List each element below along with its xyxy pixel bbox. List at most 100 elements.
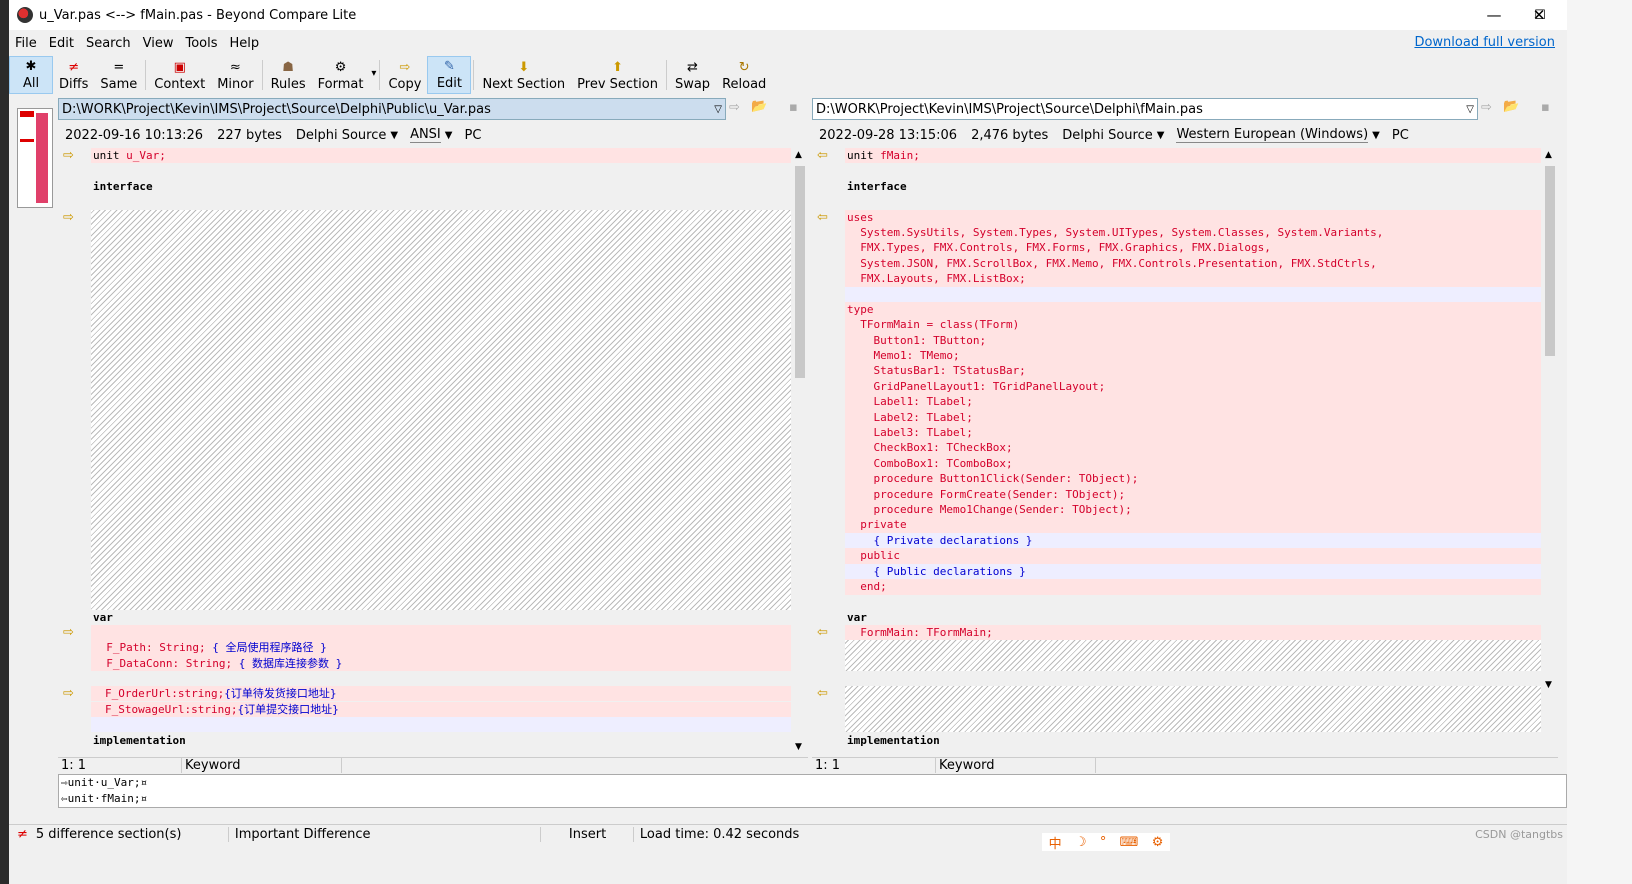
right-line-ending: PC [1391, 127, 1409, 143]
right-code-view[interactable]: unit fMain; interface uses System.SysUti… [845, 148, 1541, 756]
missing-lines-hatch [845, 686, 1541, 732]
ime-toolbar[interactable]: 中 ☽ ° ⌨ ⚙ [1042, 833, 1170, 852]
next-section-icon: ⬇ [518, 60, 530, 75]
status-bar: ≠ 5 difference section(s) Important Diff… [9, 824, 1567, 844]
same-button[interactable]: = Same [94, 56, 143, 94]
ime-moon-icon[interactable]: ☽ [1075, 835, 1087, 850]
ime-keyboard-icon[interactable]: ⌨ [1120, 835, 1139, 850]
code-line [91, 717, 791, 732]
all-button[interactable]: ✱ All [9, 56, 53, 94]
scroll-down-icon[interactable]: ▼ [1545, 680, 1552, 690]
code-text: F_OrderUrl:string; [105, 687, 225, 700]
next-section-button[interactable]: ⬇ Next Section [476, 56, 571, 94]
swap-icon: ⇄ [687, 60, 698, 75]
code-line: StatusBar1: TStatusBar; [847, 364, 1026, 377]
scroll-up-icon[interactable]: ▲ [795, 150, 802, 160]
scroll-thumb[interactable] [795, 166, 805, 378]
reload-button[interactable]: ↻ Reload [716, 56, 772, 94]
left-date: 2022-09-16 10:13:26 [65, 127, 204, 143]
download-full-version-link[interactable]: Download full version [1414, 35, 1555, 50]
left-open-folder-icon[interactable]: 📂 [751, 99, 767, 114]
chevron-down-icon[interactable]: ▼ [445, 130, 453, 141]
code-line: Label2: TLabel; [847, 411, 973, 424]
toolbar-divider [473, 60, 475, 90]
missing-lines-hatch [91, 210, 791, 610]
right-format-select[interactable]: Delphi Source [1062, 128, 1153, 143]
menu-help[interactable]: Help [224, 36, 266, 51]
toolbar-divider [145, 60, 147, 90]
line-compare-right: ⇦unit·fMain;¤ [61, 792, 148, 805]
menu-edit[interactable]: Edit [43, 36, 80, 51]
ime-punct-icon[interactable]: ° [1100, 835, 1107, 850]
code-line: System.JSON, FMX.ScrollBox, FMX.Memo, FM… [847, 257, 1377, 270]
right-encoding-select[interactable]: Western European (Windows) [1176, 127, 1369, 143]
all-label: All [22, 76, 40, 91]
code-line: unit fMain; [845, 148, 1541, 163]
code-comment: { Private declarations } [845, 533, 1541, 548]
left-save-icon[interactable]: ▪ [789, 100, 798, 115]
right-history-icon[interactable]: ⇨ [1481, 100, 1492, 115]
insert-mode: Insert [539, 827, 633, 842]
chevron-down-icon[interactable]: ▼ [1157, 130, 1165, 141]
left-path-field[interactable]: D:\WORK\Project\Kevin\IMS\Project\Source… [58, 98, 726, 120]
ime-chinese-icon[interactable]: 中 [1049, 833, 1062, 852]
right-cursor-position: 1: 1 [812, 758, 936, 773]
diffs-button[interactable]: ≠ Diffs [53, 56, 94, 94]
right-open-folder-icon[interactable]: 📂 [1503, 99, 1519, 114]
context-button[interactable]: ▣ Context [148, 56, 211, 94]
copy-arrow-icon[interactable]: ⇦ [817, 148, 828, 163]
close-button[interactable]: ✕ [1516, 0, 1562, 30]
right-gutter: ⇦ ⇦ ⇦ ⇦ [813, 148, 845, 756]
rules-button[interactable]: ☗ Rules [265, 56, 312, 94]
chevron-down-icon[interactable]: ▽ [714, 104, 722, 115]
chevron-down-icon[interactable]: ▼ [390, 130, 398, 141]
menu-file[interactable]: File [9, 36, 43, 51]
minimize-button[interactable]: — [1471, 0, 1517, 30]
right-save-icon[interactable]: ▪ [1541, 100, 1550, 115]
copy-arrow-icon[interactable]: ⇦ [817, 686, 828, 701]
code-comment: { 全局使用程序路径 } [212, 641, 327, 654]
chevron-down-icon[interactable]: ▼ [1372, 130, 1380, 141]
edit-button[interactable]: ✎ Edit [427, 56, 472, 94]
copy-arrow-icon[interactable]: ⇨ [63, 625, 74, 640]
chevron-down-icon[interactable]: ▾ [371, 68, 376, 79]
code-line: procedure Button1Click(Sender: TObject); [847, 472, 1139, 485]
copy-arrow-icon[interactable]: ⇦ [817, 625, 828, 640]
menu-tools[interactable]: Tools [179, 36, 223, 51]
scroll-down-icon[interactable]: ▼ [795, 742, 802, 752]
scroll-up-icon[interactable]: ▲ [1545, 150, 1552, 160]
left-code-view[interactable]: unit u_Var; interface var F_Path: String… [91, 148, 791, 756]
copy-arrow-icon[interactable]: ⇨ [63, 148, 74, 163]
copy-button[interactable]: ⇨ Copy [382, 56, 427, 94]
left-scrollbar[interactable]: ▲ ▼ [792, 148, 808, 756]
edit-label: Edit [436, 76, 463, 91]
swap-button[interactable]: ⇄ Swap [669, 56, 716, 94]
line-comparison-panel[interactable]: ⇨unit·u_Var;¤ ⇦unit·fMain;¤ [58, 774, 1567, 808]
code-line [845, 287, 1541, 302]
prev-section-label: Prev Section [577, 77, 658, 92]
menu-search[interactable]: Search [80, 36, 137, 51]
difference-count: 5 difference section(s) [35, 827, 182, 842]
ime-settings-icon[interactable]: ⚙ [1152, 835, 1164, 850]
swap-label: Swap [674, 77, 711, 92]
scroll-thumb[interactable] [1545, 166, 1555, 356]
right-path-field[interactable]: D:\WORK\Project\Kevin\IMS\Project\Source… [812, 98, 1478, 120]
rules-label: Rules [270, 77, 306, 92]
watermark: CSDN @tangtbs [1475, 828, 1563, 841]
right-date: 2022-09-28 13:15:06 [819, 127, 958, 143]
copy-arrow-icon[interactable]: ⇨ [63, 686, 74, 701]
copy-arrow-icon[interactable]: ⇨ [63, 210, 74, 225]
menu-view[interactable]: View [137, 36, 180, 51]
difference-overview-thumbnail[interactable] [17, 108, 53, 208]
copy-arrow-icon[interactable]: ⇦ [817, 210, 828, 225]
right-path-text: D:\WORK\Project\Kevin\IMS\Project\Source… [816, 101, 1203, 117]
left-format-select[interactable]: Delphi Source [296, 128, 387, 143]
left-encoding-select[interactable]: ANSI [410, 127, 441, 143]
left-history-icon[interactable]: ⇨ [729, 100, 740, 115]
code-line: GridPanelLayout1: TGridPanelLayout; [847, 380, 1106, 393]
right-scrollbar[interactable]: ▲ ▼ [1542, 148, 1558, 693]
format-button[interactable]: ⚙ Format ▾ [312, 56, 378, 94]
minor-button[interactable]: ≈ Minor [211, 56, 259, 94]
prev-section-button[interactable]: ⬆ Prev Section [571, 56, 664, 94]
chevron-down-icon[interactable]: ▽ [1466, 104, 1474, 115]
